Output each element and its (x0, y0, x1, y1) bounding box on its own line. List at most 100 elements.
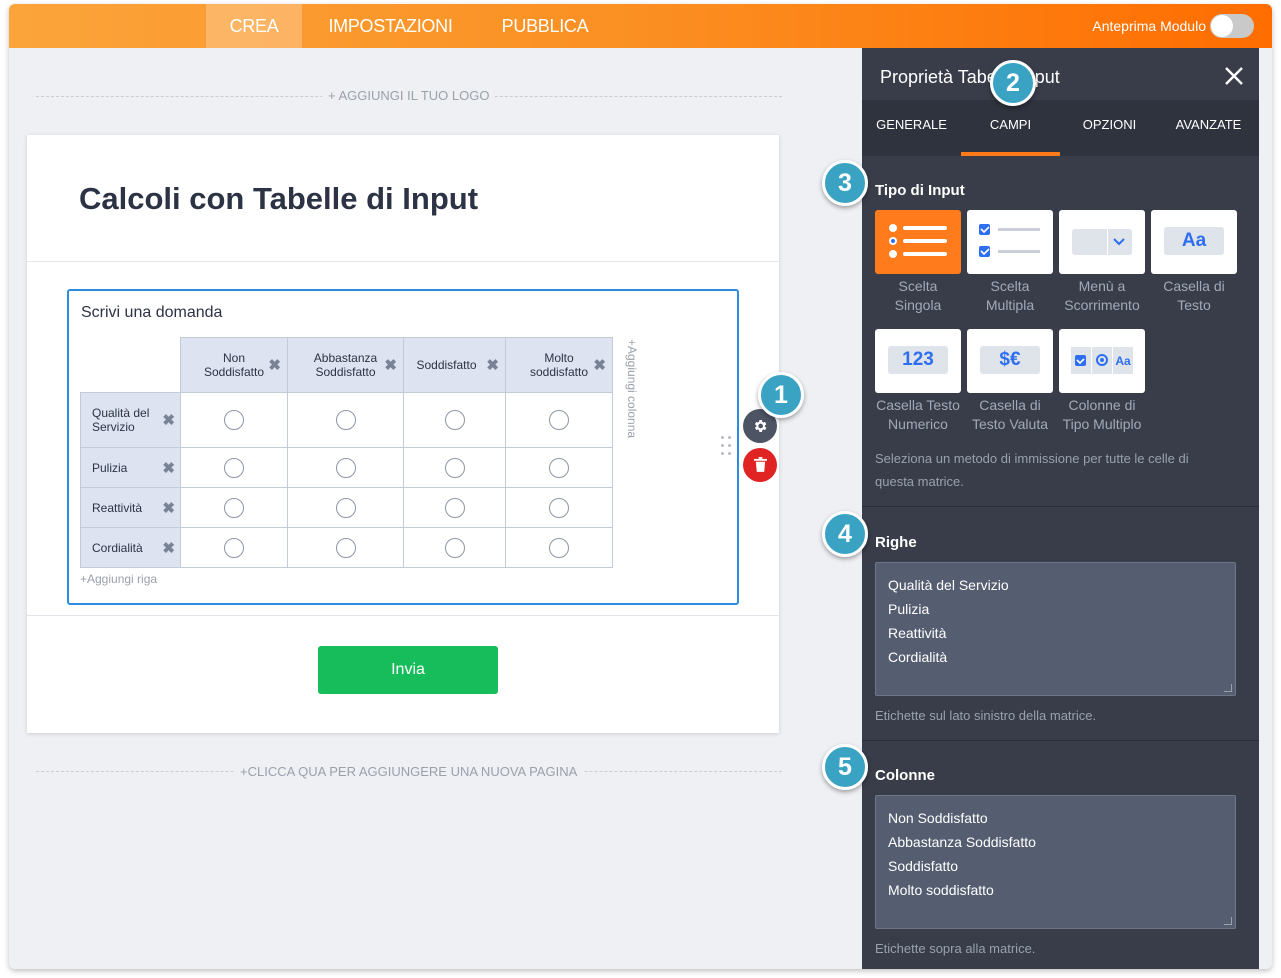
radio-button[interactable] (549, 497, 569, 518)
resize-grip-icon[interactable] (1224, 684, 1232, 692)
columns-textarea[interactable]: Non Soddisfatto Abbastanza Soddisfatto S… (875, 795, 1236, 929)
delete-column-icon[interactable]: ✖ (384, 356, 397, 374)
preview-label: Anteprima Modulo (1092, 18, 1206, 34)
section-divider (862, 506, 1259, 507)
radio-button[interactable] (444, 497, 465, 518)
textbox-icon: Aa (1164, 227, 1224, 255)
row-header[interactable]: Cordialità ✖ (80, 527, 181, 568)
rows-heading: Righe (875, 534, 917, 551)
radio-button[interactable] (444, 457, 465, 478)
callout-badge-1: 1 (758, 372, 804, 418)
input-type-number[interactable]: 123 (875, 329, 961, 393)
add-logo-link[interactable]: + AGGIUNGI IL TUO LOGO (322, 88, 496, 103)
radio-button[interactable] (549, 410, 569, 430)
top-navigation: CREA IMPOSTAZIONI PUBBLICA Anteprima Mod… (9, 4, 1272, 48)
radio-button[interactable] (335, 537, 356, 558)
tab-avanzate[interactable]: AVANZATE (1159, 100, 1258, 156)
tab-opzioni[interactable]: OPZIONI (1060, 100, 1159, 156)
input-type-dropdown[interactable] (1059, 210, 1145, 274)
callout-badge-5: 5 (822, 744, 868, 790)
matrix-cell (403, 487, 506, 528)
matrix-cell (287, 487, 404, 528)
column-header[interactable]: Molto soddisfatto ✖ (505, 337, 613, 393)
number-icon: 123 (888, 346, 948, 374)
columns-hint: Etichette sopra alla matrice. (875, 941, 1036, 956)
row-header[interactable]: Pulizia ✖ (80, 447, 181, 488)
close-icon[interactable] (1225, 60, 1243, 92)
input-type-label: Colonne di Tipo Multiplo (1062, 397, 1142, 432)
delete-row-icon[interactable]: ✖ (162, 499, 175, 517)
section-divider (862, 740, 1259, 741)
radio-button[interactable] (224, 457, 244, 478)
delete-column-icon[interactable]: ✖ (268, 356, 281, 374)
delete-column-icon[interactable]: ✖ (486, 356, 499, 374)
matrix-question[interactable]: Scrivi una domanda Non Soddisfatto ✖ Abbas… (67, 289, 739, 605)
matrix-cell (180, 447, 288, 488)
add-column-link[interactable]: +Aggiungi colonna (625, 339, 639, 438)
tab-generale[interactable]: GENERALE (862, 100, 961, 156)
radio-button[interactable] (549, 537, 569, 558)
delete-row-icon[interactable]: ✖ (162, 539, 175, 557)
properties-panel: Proprietà Tabella Input GENERALE CAMPI O… (862, 48, 1259, 969)
dropdown-icon (1072, 229, 1132, 255)
matrix-cell (287, 392, 404, 448)
delete-column-icon[interactable]: ✖ (593, 356, 606, 374)
mixed-columns-icon: Aa (1071, 347, 1133, 374)
matrix-cell (180, 527, 288, 568)
add-page-link[interactable]: +CLICCA QUA PER AGGIUNGERE UNA NUOVA PAG… (234, 764, 584, 779)
columns-heading: Colonne (875, 767, 935, 784)
preview-toggle[interactable] (1210, 14, 1254, 38)
column-label: Non Soddisfatto (203, 351, 265, 379)
radio-button[interactable] (335, 497, 356, 518)
column-label: Abbastanza Soddisfatto (313, 351, 378, 379)
input-type-hint: Seleziona un metodo di immissione per tu… (875, 451, 1189, 489)
radio-button[interactable] (335, 457, 356, 478)
input-type-currency[interactable]: $€ (967, 329, 1053, 393)
callout-badge-3: 3 (822, 160, 868, 206)
input-type-label: Menù a Scorrimento (1064, 278, 1140, 313)
delete-question-button[interactable] (743, 448, 777, 482)
add-row-link[interactable]: +Aggiungi riga (80, 572, 157, 586)
column-header[interactable]: Soddisfatto ✖ (403, 337, 506, 393)
matrix-cell (287, 447, 404, 488)
radio-button[interactable] (224, 537, 244, 558)
resize-grip-icon[interactable] (1224, 917, 1232, 925)
radio-button[interactable] (224, 410, 244, 430)
panel-tabs: GENERALE CAMPI OPZIONI AVANZATE (862, 100, 1259, 156)
radio-button[interactable] (335, 410, 356, 430)
delete-row-icon[interactable]: ✖ (162, 411, 175, 429)
row-header[interactable]: Qualità del Servizio ✖ (80, 392, 181, 448)
delete-row-icon[interactable]: ✖ (162, 459, 175, 477)
callout-badge-2: 2 (990, 60, 1036, 106)
tab-impostazioni[interactable]: IMPOSTAZIONI (313, 4, 468, 48)
drag-handle-icon[interactable] (721, 436, 733, 460)
form-title[interactable]: Calcoli con Tabelle di Input (79, 181, 478, 217)
currency-icon: $€ (980, 346, 1040, 374)
matrix-corner (80, 337, 181, 393)
column-header[interactable]: Abbastanza Soddisfatto ✖ (287, 337, 404, 393)
input-type-textbox[interactable]: Aa (1151, 210, 1237, 274)
matrix-cell (505, 447, 613, 488)
row-header[interactable]: Reattività ✖ (80, 487, 181, 528)
column-header[interactable]: Non Soddisfatto ✖ (180, 337, 288, 393)
radio-button[interactable] (224, 497, 244, 518)
rows-textarea[interactable]: Qualità del Servizio Pulizia Reattività … (875, 562, 1236, 696)
tab-campi[interactable]: CAMPI (961, 100, 1060, 156)
column-label: Soddisfatto (416, 358, 477, 372)
input-type-label: Casella Testo Numerico (876, 397, 960, 432)
radio-button[interactable] (444, 410, 465, 430)
matrix-cell (505, 392, 613, 448)
input-type-mixed[interactable]: Aa (1059, 329, 1145, 393)
submit-button[interactable]: Invia (318, 646, 498, 694)
input-type-single-choice[interactable] (875, 210, 961, 274)
input-type-label: Scelta Singola (894, 278, 942, 313)
radio-button[interactable] (444, 537, 465, 558)
tab-crea[interactable]: CREA (206, 4, 302, 48)
radio-button[interactable] (549, 457, 569, 478)
matrix-cell (287, 527, 404, 568)
question-label[interactable]: Scrivi una domanda (81, 304, 222, 322)
input-type-multiple-choice[interactable] (967, 210, 1053, 274)
tab-pubblica[interactable]: PUBBLICA (489, 4, 601, 48)
app-window: CREA IMPOSTAZIONI PUBBLICA Anteprima Mod… (9, 4, 1272, 969)
input-type-heading: Tipo di Input (875, 182, 965, 199)
